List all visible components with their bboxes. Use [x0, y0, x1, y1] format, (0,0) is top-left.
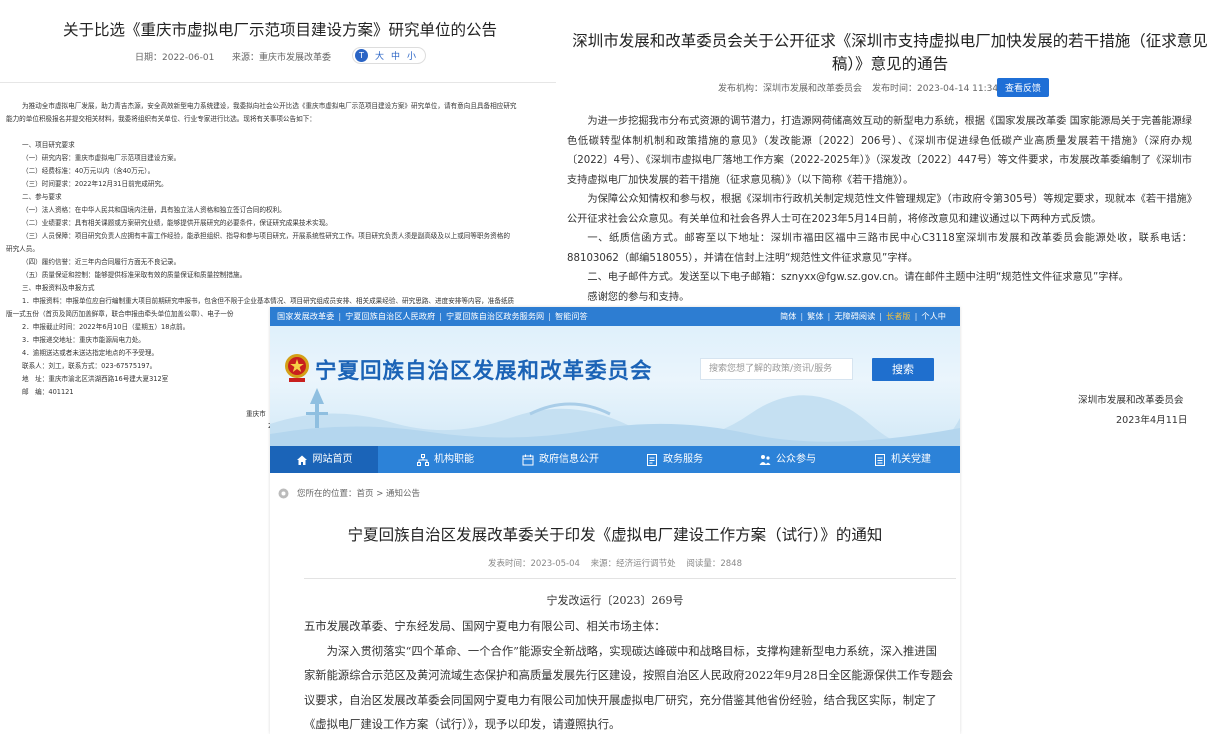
site-name: 宁夏回族自治区发展和改革委员会: [315, 359, 653, 384]
search-button[interactable]: 搜索: [872, 358, 934, 381]
top-link[interactable]: 国家发展改革委: [277, 311, 334, 321]
body-line: 研究人员。: [6, 245, 39, 253]
font-size-large-button[interactable]: 大: [375, 49, 384, 62]
body-line: （四）履约信誉：近三年内合同履行方面无不良记录。: [22, 258, 181, 266]
shenzhen-publish-time: 发布时间：2023-04-14 11:34: [872, 84, 999, 94]
font-size-small-button[interactable]: 小: [407, 49, 416, 62]
ningxia-website-page: 国家发展改革委 | 宁夏回族自治区人民政府 | 宁夏回族自治区政务服务网 | 智能问答 简体…: [270, 307, 960, 734]
national-emblem-icon: [285, 354, 309, 382]
font-size-switcher: T 大 中 小: [352, 47, 427, 64]
calendar-icon: [522, 454, 534, 465]
body-line: 《虚拟电厂建设工作方案（试行）》，现予以印发，请遵照执行。: [304, 718, 621, 731]
body-line: 为推动全市虚拟电厂发展，助力青吉杰源，安全高效新型电力系统建设，我委拟向社会公开…: [22, 102, 517, 110]
body-line: 能力的单位积极报名并提交相关材料，我委将组织有关单位、行业专家进行比选。现将有关…: [6, 115, 316, 123]
nav-label: 公众参与: [776, 454, 816, 465]
shenzhen-publisher: 发布机构：深圳市发展和改革委员会: [718, 84, 863, 94]
separator: |: [548, 311, 551, 321]
chongqing-notice-title: 关于比选《重庆市虚拟电厂示范项目建设方案》研究单位的公告: [62, 21, 497, 39]
shenzhen-signature: 深圳市发展和改革委员会: [1078, 395, 1184, 406]
top-link[interactable]: 简体: [780, 311, 796, 321]
party-icon: [875, 453, 885, 466]
body-line: 三、申报资料及申报方式: [22, 284, 95, 292]
top-links-left: 国家发展改革委 | 宁夏回族自治区人民政府 | 宁夏回族自治区政务服务网 | 智能问答: [277, 307, 588, 326]
notice-publish-time: 发表时间：2023-05-04: [488, 559, 580, 569]
nav-label: 网站首页: [312, 454, 353, 465]
body-line: 一、项目研究要求: [22, 141, 75, 149]
separator: |: [827, 311, 831, 321]
people-icon: [759, 454, 771, 465]
body-paragraph: 二、电子邮件方式。发送至以下电子邮箱：sznyxx@fgw.sz.gov.cn。…: [587, 272, 1129, 283]
nav-label: 机关党建: [891, 454, 931, 465]
body-line: 家新能源综合示范区及黄河流域生态保护和高质量发展先行区建设，按照自治区人民政府2…: [304, 669, 954, 682]
top-link[interactable]: 个人中: [921, 311, 946, 321]
separator: |: [914, 311, 918, 321]
separator: |: [879, 311, 883, 321]
home-icon: [296, 455, 307, 465]
site-banner: 宁夏回族自治区发展和改革委员会: [270, 326, 960, 446]
chongqing-date: 日期：2022-06-01: [135, 53, 215, 63]
top-link[interactable]: 智能问答: [555, 311, 588, 321]
shenzhen-notice-title: 深圳市发展和改革委员会关于公开征求《深圳市支持虚拟电厂加快发展的若干措施（征求意…: [572, 32, 1208, 73]
font-size-icon: T: [355, 49, 368, 62]
notice-source: 来源：经济运行调节处: [590, 559, 676, 569]
divider: [304, 578, 956, 579]
main-nav: 网站首页 机构职能 政府信息公开 政务服务 公众参与 机关党建: [270, 446, 960, 473]
org-icon: [417, 453, 429, 466]
nav-info-disclosure[interactable]: 政府信息公开: [522, 446, 599, 473]
body-line: （一）研究内容：重庆市虚拟电厂示范项目建设方案。: [22, 154, 181, 162]
document-icon: [647, 453, 657, 466]
top-links-right: 简体 | 繁体 | 无障碍阅读 | 长者版 | 个人中: [780, 307, 946, 326]
top-link[interactable]: 无障碍阅读: [834, 311, 875, 321]
location-icon: [278, 488, 289, 499]
body-line: （一）法人资格：在中华人民共和国境内注册，具有独立法人资格和独立签订合同的权利。: [22, 206, 286, 214]
body-line: 二、参与要求: [22, 193, 62, 201]
nav-label: 机构职能: [434, 454, 474, 465]
top-link[interactable]: 宁夏回族自治区政务服务网: [446, 311, 544, 321]
separator: |: [800, 311, 804, 321]
nav-party-building[interactable]: 机关党建: [874, 446, 931, 473]
notice-title: 宁夏回族自治区发展改革委关于印发《虚拟电厂建设工作方案（试行）》的通知: [347, 526, 883, 544]
body-line: [6, 126, 554, 139]
divider: [0, 82, 556, 83]
body-paragraph: 感谢您的参与和支持。: [587, 291, 690, 303]
notice-body: 五市发展改革委、宁东经发局、国网宁夏电力有限公司、相关市场主体： 为深入贯彻落实“…: [304, 615, 954, 734]
body-line: 为深入贯彻落实“四个革命、一个合作”能源安全新战略，实现碳达峰碳中和战略目标，支…: [326, 644, 937, 658]
document-number: 宁发改运行〔2023〕269号: [546, 594, 684, 607]
shenzhen-notice-body: 为进一步挖掘我市分布式资源的调节潜力，打造源网荷储高效互动的新型电力系统，根据《…: [567, 112, 1192, 307]
nav-organization[interactable]: 机构职能: [417, 446, 474, 473]
chongqing-signature: 重庆市: [246, 410, 266, 418]
nav-label: 政府信息公开: [539, 454, 599, 465]
body-line: （三）时间要求：2022年12月31日前完成研究。: [22, 180, 168, 188]
notice-meta: 发表时间：2023-05-04 来源：经济运行调节处 阅读量：2848: [270, 557, 960, 569]
body-line: （三）人员保障：项目研究负责人应拥有丰富工作经验，能承担组织、指导和参与项目研究…: [22, 232, 510, 240]
top-link-bar: 国家发展改革委 | 宁夏回族自治区人民政府 | 宁夏回族自治区政务服务网 | 智能问答 简体…: [270, 307, 960, 326]
top-link[interactable]: 宁夏回族自治区人民政府: [345, 311, 435, 321]
body-line: 议要求，自治区发展改革委会同国网宁夏电力有限公司加快开展虚拟电厂研究，充分借鉴其…: [304, 693, 937, 707]
nav-gov-services[interactable]: 政务服务: [646, 446, 703, 473]
shenzhen-signature-date: 2023年4月11日: [1116, 415, 1188, 426]
body-paragraph: 为保障公众知情权和参与权，根据《深圳市行政机关制定规范性文件管理规定》（市政府令…: [567, 194, 1192, 225]
notice-views: 阅读量：2848: [686, 559, 742, 569]
body-paragraph: 一、纸质信函方式。邮寄至以下地址：深圳市福田区福中三路市民中心C3118室深圳市…: [567, 233, 1192, 264]
body-line: 五市发展改革委、宁东经发局、国网宁夏电力有限公司、相关市场主体：: [304, 620, 666, 633]
top-link[interactable]: 长者版: [886, 311, 911, 321]
nav-label: 政务服务: [663, 454, 703, 465]
breadcrumb-text[interactable]: 您所在的位置：首页 > 通知公告: [297, 483, 420, 505]
nav-home[interactable]: 网站首页: [270, 446, 378, 473]
separator: |: [439, 311, 442, 321]
nav-public-participation[interactable]: 公众参与: [759, 446, 816, 473]
separator: |: [338, 311, 342, 321]
chongqing-source: 来源：重庆市发展改革委: [232, 53, 332, 63]
search-input[interactable]: 搜索您想了解的政策/资讯/服务: [700, 358, 853, 380]
top-link[interactable]: 繁体: [807, 311, 823, 321]
body-line: （二）业绩要求：具有相关课题或方案研究业绩，能够提供开展研究的必要条件，保证研究…: [22, 219, 332, 227]
font-size-medium-button[interactable]: 中: [391, 49, 400, 62]
breadcrumb: 您所在的位置：首页 > 通知公告: [270, 483, 960, 505]
body-line: （二）经费标准：40万元以内（含40万元）。: [22, 167, 155, 175]
body-line: （五）质量保证和控制：能够提供标准采取有效的质量保证和质量控制措施。: [22, 271, 247, 279]
view-feedback-button[interactable]: 查看反馈: [997, 78, 1050, 97]
body-paragraph: 为进一步挖掘我市分布式资源的调节潜力，打造源网荷储高效互动的新型电力系统，根据《…: [567, 116, 1192, 186]
